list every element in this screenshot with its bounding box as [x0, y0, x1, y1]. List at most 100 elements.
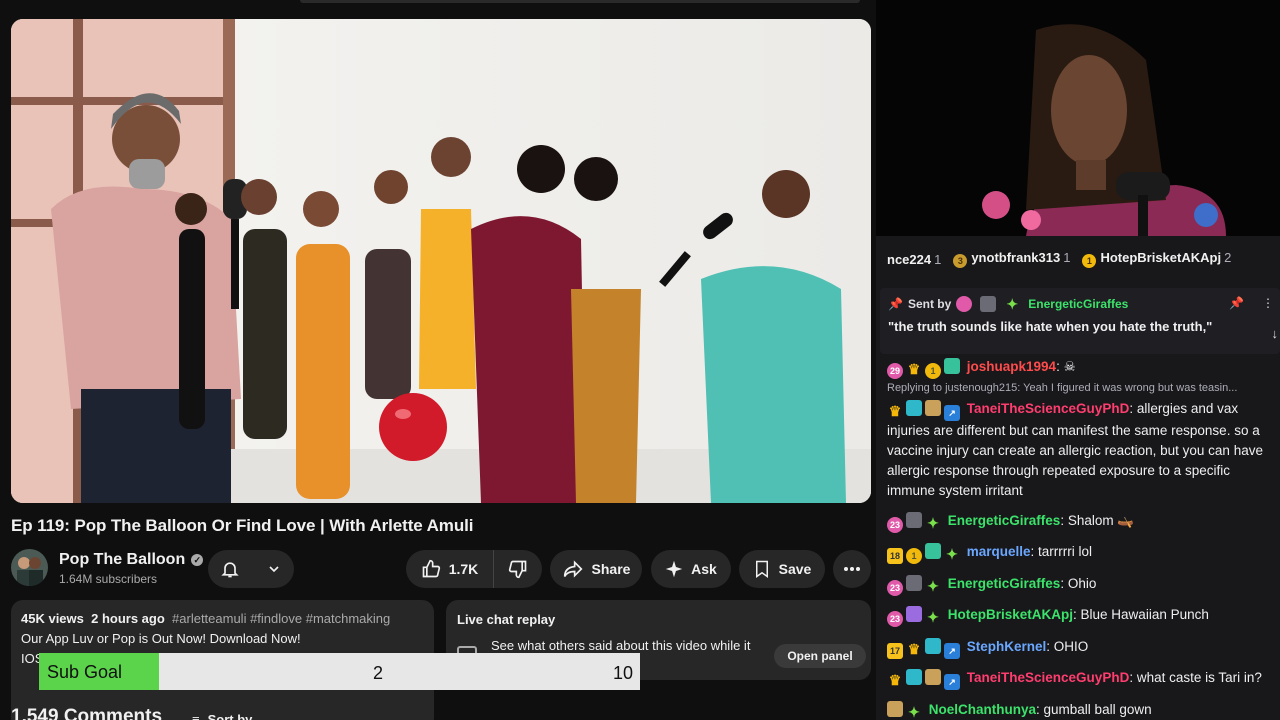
- sub-goal-label: Sub Goal: [47, 662, 123, 682]
- comment-count: 1,549 Comments: [11, 706, 163, 720]
- more-actions-button[interactable]: [833, 550, 871, 588]
- gift-badge-icon: [906, 606, 922, 622]
- sub-months-badge-icon: 17: [887, 642, 903, 659]
- more-vertical-icon[interactable]: ⋮: [1262, 296, 1274, 310]
- twin-badge-icon: [925, 637, 941, 654]
- ask-button[interactable]: Ask: [651, 550, 731, 588]
- video-frame: [11, 19, 871, 503]
- chat-username[interactable]: NoelChanthunya: [929, 702, 1036, 717]
- channel-name[interactable]: Pop The Balloon ✓: [59, 551, 204, 569]
- gift-badge-icon: [925, 669, 941, 685]
- emote-icon: 🛶: [1117, 512, 1135, 528]
- pinned-header: 📌 Sent by ✦ EnergeticGiraffes: [888, 296, 1272, 312]
- upload-age: 2 hours ago: [91, 611, 165, 626]
- sparkle-badge-icon: ✦: [927, 577, 939, 594]
- like-count: 1.7K: [448, 561, 479, 577]
- sort-by-button[interactable]: ≡ Sort by: [192, 710, 252, 720]
- twin-badge-icon: [906, 400, 922, 416]
- bits-badge-icon: [906, 511, 922, 528]
- description-line-1: Our App Luv or Pop is Out Now! Download …: [21, 631, 301, 646]
- youtube-watch-page: Ep 119: Pop The Balloon Or Find Love | W…: [0, 0, 876, 720]
- sort-icon: ≡: [192, 711, 200, 720]
- streamer-webcam: [876, 0, 1280, 236]
- channel-avatar[interactable]: [11, 549, 48, 586]
- crown-badge-icon: ♛: [888, 403, 902, 419]
- chat-text: : Ohio: [1060, 575, 1097, 591]
- rank-coin-icon: 1: [1082, 254, 1097, 268]
- unpin-icon[interactable]: 📌: [1229, 296, 1244, 310]
- share-button[interactable]: Share: [550, 550, 642, 588]
- chat-text: : Blue Hawaiian Punch: [1073, 607, 1209, 622]
- gift-badge-icon: [944, 358, 960, 374]
- pin-icon: 📌: [888, 297, 903, 311]
- live-chat-replay-text: See what others said about this video wh…: [491, 638, 751, 653]
- chat-username[interactable]: joshuapk1994: [967, 359, 1056, 374]
- leader-entry[interactable]: 3 ynotbfrank313 1: [953, 250, 1070, 268]
- thumbs-down-icon: [508, 559, 528, 579]
- hashtags[interactable]: #arletteamuli #findlove #matchmaking: [172, 611, 390, 626]
- bits-badge-icon: [980, 296, 997, 312]
- webcam-frame: [876, 0, 1280, 236]
- chat-username[interactable]: HotepBrisketAKApj: [948, 607, 1073, 622]
- chat-text: : Shalom: [1060, 512, 1114, 528]
- chat-username[interactable]: EnergeticGiraffes: [948, 513, 1061, 528]
- gift-badge-icon: [887, 700, 903, 717]
- gifter-leaderboard: nce224 1 3 ynotbfrank313 1 1 HotepBrisketAKA…: [876, 236, 1280, 282]
- sparkle-badge-icon: ✦: [946, 546, 958, 562]
- sub-months-badge-icon: 18: [887, 548, 903, 564]
- more-icon: [843, 566, 861, 572]
- sparkle-badge-icon: ✦: [927, 514, 939, 531]
- notifications-button[interactable]: [208, 550, 294, 588]
- chat-message: 29 ♛ 1 joshuapk1994: ☠: [887, 357, 1277, 379]
- bits-badge-icon: [906, 574, 922, 591]
- gift-badge-icon: [925, 400, 941, 416]
- chat-username[interactable]: EnergeticGiraffes: [948, 576, 1061, 591]
- channel-name-text[interactable]: Pop The Balloon: [59, 551, 185, 569]
- crown-badge-icon: ♛: [888, 672, 902, 688]
- chat-message: ♛ ↗ TaneiTheScienceGuyPhD: allergies and …: [887, 399, 1277, 501]
- chat-message: ✦ NoelChanthunya: gumball ball gown: [887, 700, 1277, 720]
- expand-arrow-icon[interactable]: ↓: [1272, 326, 1279, 341]
- skull-emote-icon: ☠: [1063, 359, 1076, 374]
- crown-badge-icon: ♛: [907, 640, 921, 657]
- bookmark-icon: [753, 559, 771, 579]
- sparkle-badge-icon: ✦: [908, 703, 920, 720]
- sub-goal-current: 2: [373, 663, 384, 683]
- dislike-button[interactable]: [494, 559, 542, 579]
- live-chat-replay-title: Live chat replay: [457, 612, 556, 627]
- subscriber-badge-icon: 23: [887, 516, 903, 533]
- video-player[interactable]: [11, 19, 871, 503]
- sparkle-badge-icon: ✦: [1006, 296, 1019, 312]
- subscriber-badge-icon: [956, 296, 973, 312]
- arrow-badge-icon: ↗: [944, 674, 960, 690]
- arrow-badge-icon: ↗: [944, 642, 960, 659]
- leader-entry[interactable]: 1 HotepBrisketAKApj 2: [1082, 250, 1231, 268]
- view-count: 45K views: [21, 611, 84, 626]
- stream-chat: nce224 1 3 ynotbfrank313 1 1 HotepBrisketAKA…: [876, 236, 1280, 720]
- chevron-down-icon: [266, 561, 282, 577]
- open-panel-button[interactable]: Open panel: [774, 644, 866, 668]
- chat-username[interactable]: StephKernel: [967, 639, 1047, 654]
- chat-username[interactable]: marquelle: [967, 544, 1031, 559]
- thumbs-up-icon: [421, 559, 441, 579]
- sub-goal-bar: Sub Goal 2 10: [39, 653, 640, 690]
- sub-goal-target: 10: [612, 663, 633, 683]
- arrow-badge-icon: ↗: [944, 405, 960, 421]
- share-icon: [562, 559, 584, 579]
- chat-text: : gumball ball gown: [1036, 701, 1152, 717]
- video-title: Ep 119: Pop The Balloon Or Find Love | W…: [11, 516, 474, 535]
- chat-username[interactable]: TaneiTheScienceGuyPhD: [967, 670, 1130, 685]
- save-button[interactable]: Save: [739, 550, 825, 588]
- coin-badge-icon: 1: [906, 548, 922, 564]
- pinned-user[interactable]: EnergeticGiraffes: [1028, 297, 1128, 311]
- description-meta: 45K views 2 hours ago #arletteamuli #fin…: [21, 611, 424, 626]
- chat-username[interactable]: TaneiTheScienceGuyPhD: [967, 401, 1130, 416]
- leader-entry[interactable]: nce224 1: [887, 252, 941, 267]
- like-button[interactable]: 1.7K: [406, 550, 494, 588]
- rank-coin-icon: 3: [953, 254, 968, 268]
- share-label: Share: [591, 561, 631, 577]
- verified-icon: ✓: [191, 554, 204, 566]
- pinned-message[interactable]: 📌 Sent by ✦ EnergeticGiraffes "the truth…: [880, 288, 1280, 354]
- chat-text: : what caste is Tari in?: [1129, 670, 1262, 685]
- sort-by-label: Sort by: [207, 711, 253, 720]
